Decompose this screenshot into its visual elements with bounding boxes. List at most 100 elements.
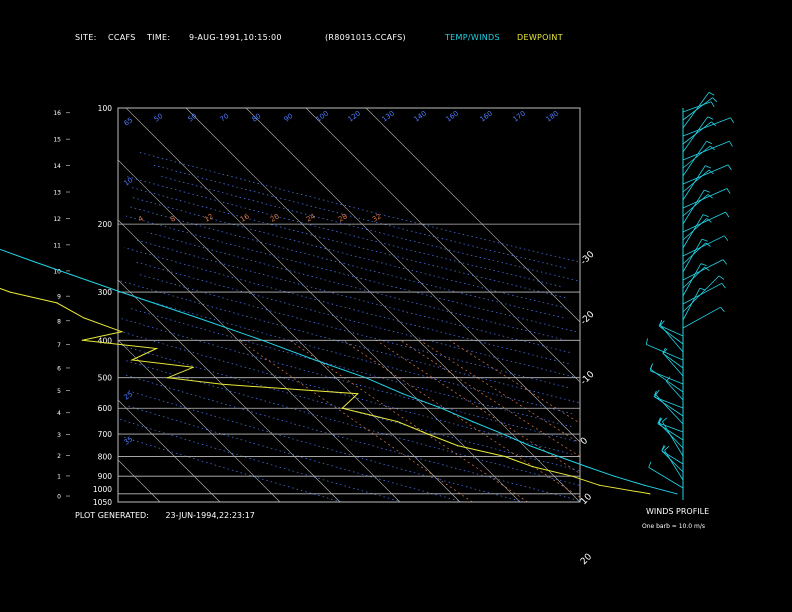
potential-temp-label: 120: [347, 109, 363, 123]
height-tick-label: 4: [57, 410, 61, 417]
wind-barb-flag: [704, 189, 710, 193]
height-tick-label: 5: [57, 388, 61, 395]
dewpoint-point: [503, 455, 506, 458]
dewpoint-point: [131, 359, 133, 361]
wind-barb: [661, 450, 684, 473]
dry-adiabat-line: [147, 231, 567, 341]
dry-adiabat-line: [130, 196, 567, 309]
temperature-point: [557, 455, 560, 458]
dry-adiabat-line: [118, 317, 575, 442]
wind-barb-flag: [699, 287, 706, 291]
wind-barb: [682, 145, 711, 169]
wind-barb: [682, 194, 709, 217]
potential-temp-label: 100: [315, 109, 331, 123]
mixing-ratio-line: [419, 340, 577, 442]
pressure-tick-label: 400: [98, 336, 113, 345]
isotherm-line: [117, 339, 281, 503]
wind-barb-flag: [706, 140, 713, 144]
temperature-point: [440, 407, 442, 409]
wind-barb-flag: [707, 116, 714, 120]
dewpoint-point: [81, 339, 83, 341]
temperature-point: [472, 421, 474, 423]
wind-barb-flag: [730, 117, 735, 124]
wind-barb: [682, 275, 720, 313]
temp-tick-label: 0: [579, 436, 590, 447]
height-tick-label: 14: [53, 163, 61, 170]
potential-temp-label: 170: [512, 109, 528, 123]
temperature-point: [120, 291, 122, 293]
dewpoint-point: [221, 383, 223, 385]
isotherm-line: [117, 399, 221, 503]
temperature-point: [613, 475, 615, 477]
wind-barb-flag: [700, 263, 707, 266]
potential-temp-label: 80: [251, 112, 263, 124]
temperature-point: [585, 465, 588, 468]
temperature-point: [676, 493, 678, 495]
wind-barb-flag: [721, 283, 726, 289]
isotherm-line: [125, 107, 521, 503]
skew-t-chart: 1002003004005006007008009001000105001234…: [0, 92, 735, 612]
isotherm-line: [365, 107, 581, 323]
temperature-point: [643, 484, 645, 486]
dry-adiabat-line: [124, 215, 577, 333]
dewpoint-point: [397, 421, 399, 423]
pressure-tick-label: 500: [98, 374, 113, 383]
potential-temp-label: 130: [381, 109, 397, 123]
wind-barb: [682, 117, 731, 137]
pressure-tick-label: 300: [98, 288, 113, 297]
temp-tick-label: -30: [579, 249, 597, 267]
wind-barb-flag: [729, 141, 733, 147]
temp-tick-label: 20: [579, 552, 594, 567]
winds-title: WINDS PROFILE: [646, 507, 710, 516]
wind-barb-flag: [705, 165, 711, 169]
pressure-tick-label: 900: [98, 472, 113, 481]
wind-barb: [682, 259, 724, 281]
wind-barb-flag: [708, 92, 715, 96]
isotherm-line: [185, 107, 581, 503]
dewpoint-line: [0, 287, 650, 495]
potential-temp-label: 35: [123, 435, 135, 447]
winds-note: One barb = 10.0 m/s: [642, 523, 705, 530]
mixing-ratio-line: [289, 340, 528, 503]
wind-barb-flag: [709, 145, 715, 151]
temperature-point: [365, 377, 367, 379]
wind-barb: [661, 450, 684, 465]
temp-tick-label: 10: [579, 492, 594, 507]
wind-barb: [662, 421, 684, 457]
dewpoint-point: [341, 407, 343, 409]
height-tick-label: 15: [53, 137, 61, 144]
temperature-point: [529, 445, 531, 447]
dewpoint-point: [649, 493, 651, 495]
wind-barb-flag: [645, 338, 648, 345]
mixing-ratio-label: 12: [203, 212, 215, 223]
wind-barb: [682, 235, 725, 257]
height-tick-label: 6: [57, 365, 61, 372]
wind-barb-flag: [722, 259, 728, 265]
wind-barb: [682, 242, 706, 265]
wind-barb-flag: [720, 306, 725, 313]
dewpoint-point: [457, 445, 459, 447]
dry-adiabat-line: [124, 175, 561, 287]
mixing-ratio-label: 20: [269, 212, 281, 223]
mixing-ratio-label: 24: [305, 212, 317, 224]
height-tick-label: 16: [53, 110, 61, 117]
pressure-tick-label: 800: [98, 452, 113, 461]
wind-barb-flag: [723, 235, 729, 241]
mixing-ratio-label: 32: [371, 212, 383, 223]
wind-barb: [682, 306, 721, 329]
potential-temp-label: 50: [153, 112, 165, 124]
wind-barb-flag: [708, 169, 714, 175]
wind-barb: [682, 164, 729, 185]
temperature-point: [402, 393, 404, 395]
temp-tick-label: -20: [579, 309, 597, 327]
wind-barb: [660, 324, 684, 353]
wind-barb: [648, 467, 684, 489]
dewpoint-point: [192, 366, 194, 368]
mixing-ratio-lines: [239, 340, 581, 503]
dry-adiabat-lines: [118, 151, 580, 503]
potential-temp-label: 140: [413, 109, 429, 123]
wind-barb: [682, 140, 730, 161]
mixing-ratio-label: 28: [337, 212, 349, 223]
generated-value: 23-JUN-1994,22:23:17: [165, 511, 255, 520]
dry-adiabat-line: [128, 206, 564, 319]
